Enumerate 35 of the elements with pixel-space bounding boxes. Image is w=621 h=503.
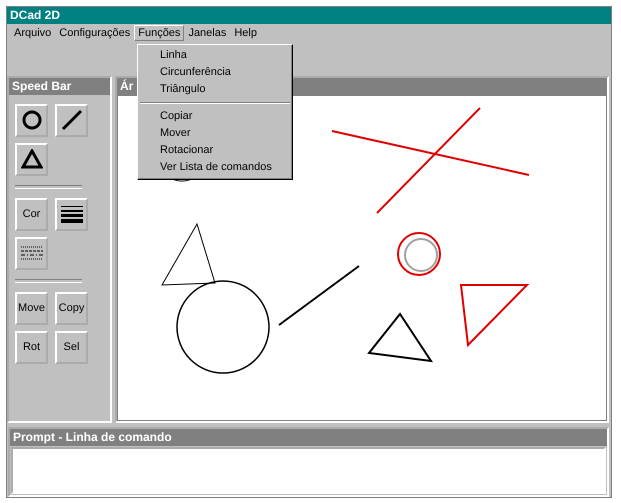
triangle-shape: [161, 222, 216, 286]
menu-item[interactable]: Janelas: [184, 25, 230, 42]
tool-button[interactable]: Move: [15, 292, 48, 325]
line-style-tool-button[interactable]: [15, 236, 48, 270]
menu-entry[interactable]: Copiar: [138, 108, 292, 125]
triangle-tool-button[interactable]: [15, 142, 48, 176]
line-width-tool-button[interactable]: [55, 198, 88, 231]
tool-button[interactable]: Rot: [15, 330, 48, 364]
line-icon: [60, 109, 82, 132]
window-title: DCad 2D: [10, 8, 60, 22]
panel-title: Speed Bar: [9, 78, 110, 95]
tool-button[interactable]: Copy: [55, 292, 88, 325]
menu-entry[interactable]: Triângulo: [138, 81, 292, 98]
triangle-icon: [20, 149, 42, 170]
menu-item[interactable]: Help: [230, 25, 261, 42]
menu-item[interactable]: Arquivo: [10, 25, 56, 42]
triangle-shape: [460, 284, 530, 347]
circle-tool-button[interactable]: [15, 104, 48, 137]
drawing-canvas[interactable]: [117, 94, 607, 422]
triangle-shape: [367, 312, 434, 362]
menu-item[interactable]: Funções: [134, 25, 184, 42]
panel-title: Prompt - Linha de comando: [10, 429, 607, 446]
line-tool-button[interactable]: [55, 104, 88, 137]
tool-button[interactable]: Sel: [55, 330, 88, 364]
menu-entry[interactable]: Ver Lista de comandos: [138, 159, 292, 176]
tool-button[interactable]: Cor: [15, 198, 48, 231]
circle-icon: [22, 110, 42, 130]
menu-entry[interactable]: Rotacionar: [138, 142, 292, 159]
command-input-field[interactable]: [11, 447, 606, 494]
circle-shape: [397, 232, 441, 276]
menu-entry[interactable]: Linha: [138, 47, 292, 64]
line-style-icon: [20, 244, 44, 262]
menu-entry[interactable]: Mover: [138, 125, 292, 142]
menu-item[interactable]: Configurações: [55, 25, 134, 42]
line-width-icon: [60, 204, 84, 224]
